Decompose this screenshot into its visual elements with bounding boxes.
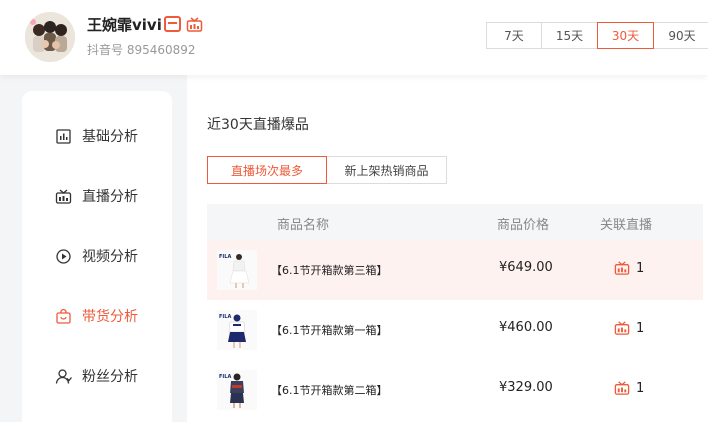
sidebar-item-label: 直播分析 [82, 189, 138, 205]
table-row[interactable]: FILA 【6.1节开箱款第二箱】 ¥329.00 1 [207, 360, 703, 420]
sidebar-item-label: 粉丝分析 [82, 369, 138, 385]
live-icon [55, 188, 72, 205]
sidebar-item-live[interactable]: 直播分析 [55, 185, 138, 207]
sidebar-item-fans[interactable]: 粉丝分析 [55, 365, 138, 387]
live-count: 1 [636, 260, 645, 276]
product-name[interactable]: 【6.1节开箱款第三箱】 [271, 262, 388, 278]
live-icon [614, 381, 630, 395]
live-icon [614, 321, 630, 335]
range-30d-button[interactable]: 30天 [597, 22, 654, 49]
sidebar-item-video[interactable]: 视频分析 [55, 245, 138, 267]
tab-most-live-sessions[interactable]: 直播场次最多 [207, 156, 327, 184]
related-live-cell[interactable]: 1 [614, 260, 644, 276]
brand-logo: FILA [219, 374, 231, 380]
bar-chart-icon [55, 128, 72, 145]
product-name[interactable]: 【6.1节开箱款第二箱】 [271, 382, 388, 398]
sidebar-item-label: 带货分析 [82, 309, 138, 325]
tab-new-hot-products[interactable]: 新上架热销商品 [326, 156, 447, 184]
product-price: ¥649.00 [499, 260, 553, 275]
product-thumbnail[interactable]: FILA [217, 250, 257, 290]
range-15d-button[interactable]: 15天 [541, 22, 598, 49]
sidebar: 基础分析 直播分析 视频分析 带货分析 粉丝分析 [22, 91, 172, 422]
product-name[interactable]: 【6.1节开箱款第一箱】 [271, 322, 388, 338]
play-circle-icon [55, 248, 72, 265]
main-panel: 近30天直播爆品 直播场次最多 新上架热销商品 商品名称 商品价格 关联直播 F… [187, 75, 708, 422]
live-icon [614, 261, 630, 275]
user-icon [55, 368, 72, 385]
sidebar-item-commerce[interactable]: 带货分析 [55, 305, 138, 327]
table-row[interactable]: FILA 【6.1节开箱款第三箱】 ¥649.00 1 [207, 240, 703, 300]
sidebar-item-label: 基础分析 [82, 129, 138, 145]
live-count: 1 [636, 320, 645, 336]
range-7d-button[interactable]: 7天 [486, 22, 542, 49]
product-tabs: 直播场次最多 新上架热销商品 [207, 156, 447, 184]
product-thumbnail[interactable]: FILA [217, 370, 257, 410]
profile-header: 王婉霏vivi 抖音号 895460892 7天 15天 30天 90天 [0, 0, 708, 75]
brand-logo: FILA [219, 254, 231, 260]
range-90d-button[interactable]: 90天 [653, 22, 708, 49]
related-live-cell[interactable]: 1 [614, 380, 644, 396]
date-range-selector: 7天 15天 30天 90天 [486, 22, 708, 49]
sidebar-item-basic[interactable]: 基础分析 [55, 125, 138, 147]
live-count: 1 [636, 380, 645, 396]
header-related-live: 关联直播 [600, 218, 653, 233]
brand-logo: FILA [219, 314, 231, 320]
avatar[interactable] [25, 12, 75, 62]
section-title: 近30天直播爆品 [207, 117, 309, 133]
related-live-cell[interactable]: 1 [614, 320, 644, 336]
douyin-id: 抖音号 895460892 [87, 43, 196, 57]
table-header: 商品名称 商品价格 关联直播 [207, 204, 703, 240]
table-row[interactable]: FILA 【6.1节开箱款第一箱】 ¥460.00 1 [207, 300, 703, 360]
header-product-name: 商品名称 [277, 218, 330, 233]
product-table: 商品名称 商品价格 关联直播 FILA 【6.1节开箱款第三箱】 ¥649.00 [207, 204, 703, 420]
tv-icon [164, 16, 181, 32]
header-product-price: 商品价格 [497, 218, 550, 233]
product-thumbnail[interactable]: FILA [217, 310, 257, 350]
product-price: ¥460.00 [499, 320, 553, 335]
anchor-name: 王婉霏vivi [87, 16, 162, 34]
sidebar-item-label: 视频分析 [82, 249, 138, 265]
live-icon [186, 16, 203, 33]
shopping-bag-icon [55, 308, 72, 325]
product-price: ¥329.00 [499, 380, 553, 395]
